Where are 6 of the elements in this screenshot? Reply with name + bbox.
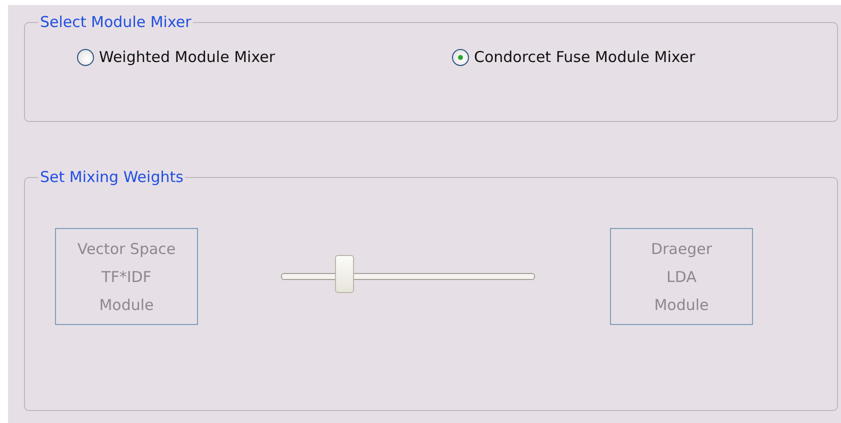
- radio-button[interactable]: [452, 48, 469, 66]
- group-title: Set Mixing Weights: [39, 168, 184, 186]
- radio-label[interactable]: Condorcet Fuse Module Mixer: [474, 48, 696, 66]
- group-title: Select Module Mixer: [39, 13, 192, 31]
- radio-button[interactable]: [77, 48, 94, 66]
- radio-label[interactable]: Weighted Module Mixer: [99, 48, 276, 66]
